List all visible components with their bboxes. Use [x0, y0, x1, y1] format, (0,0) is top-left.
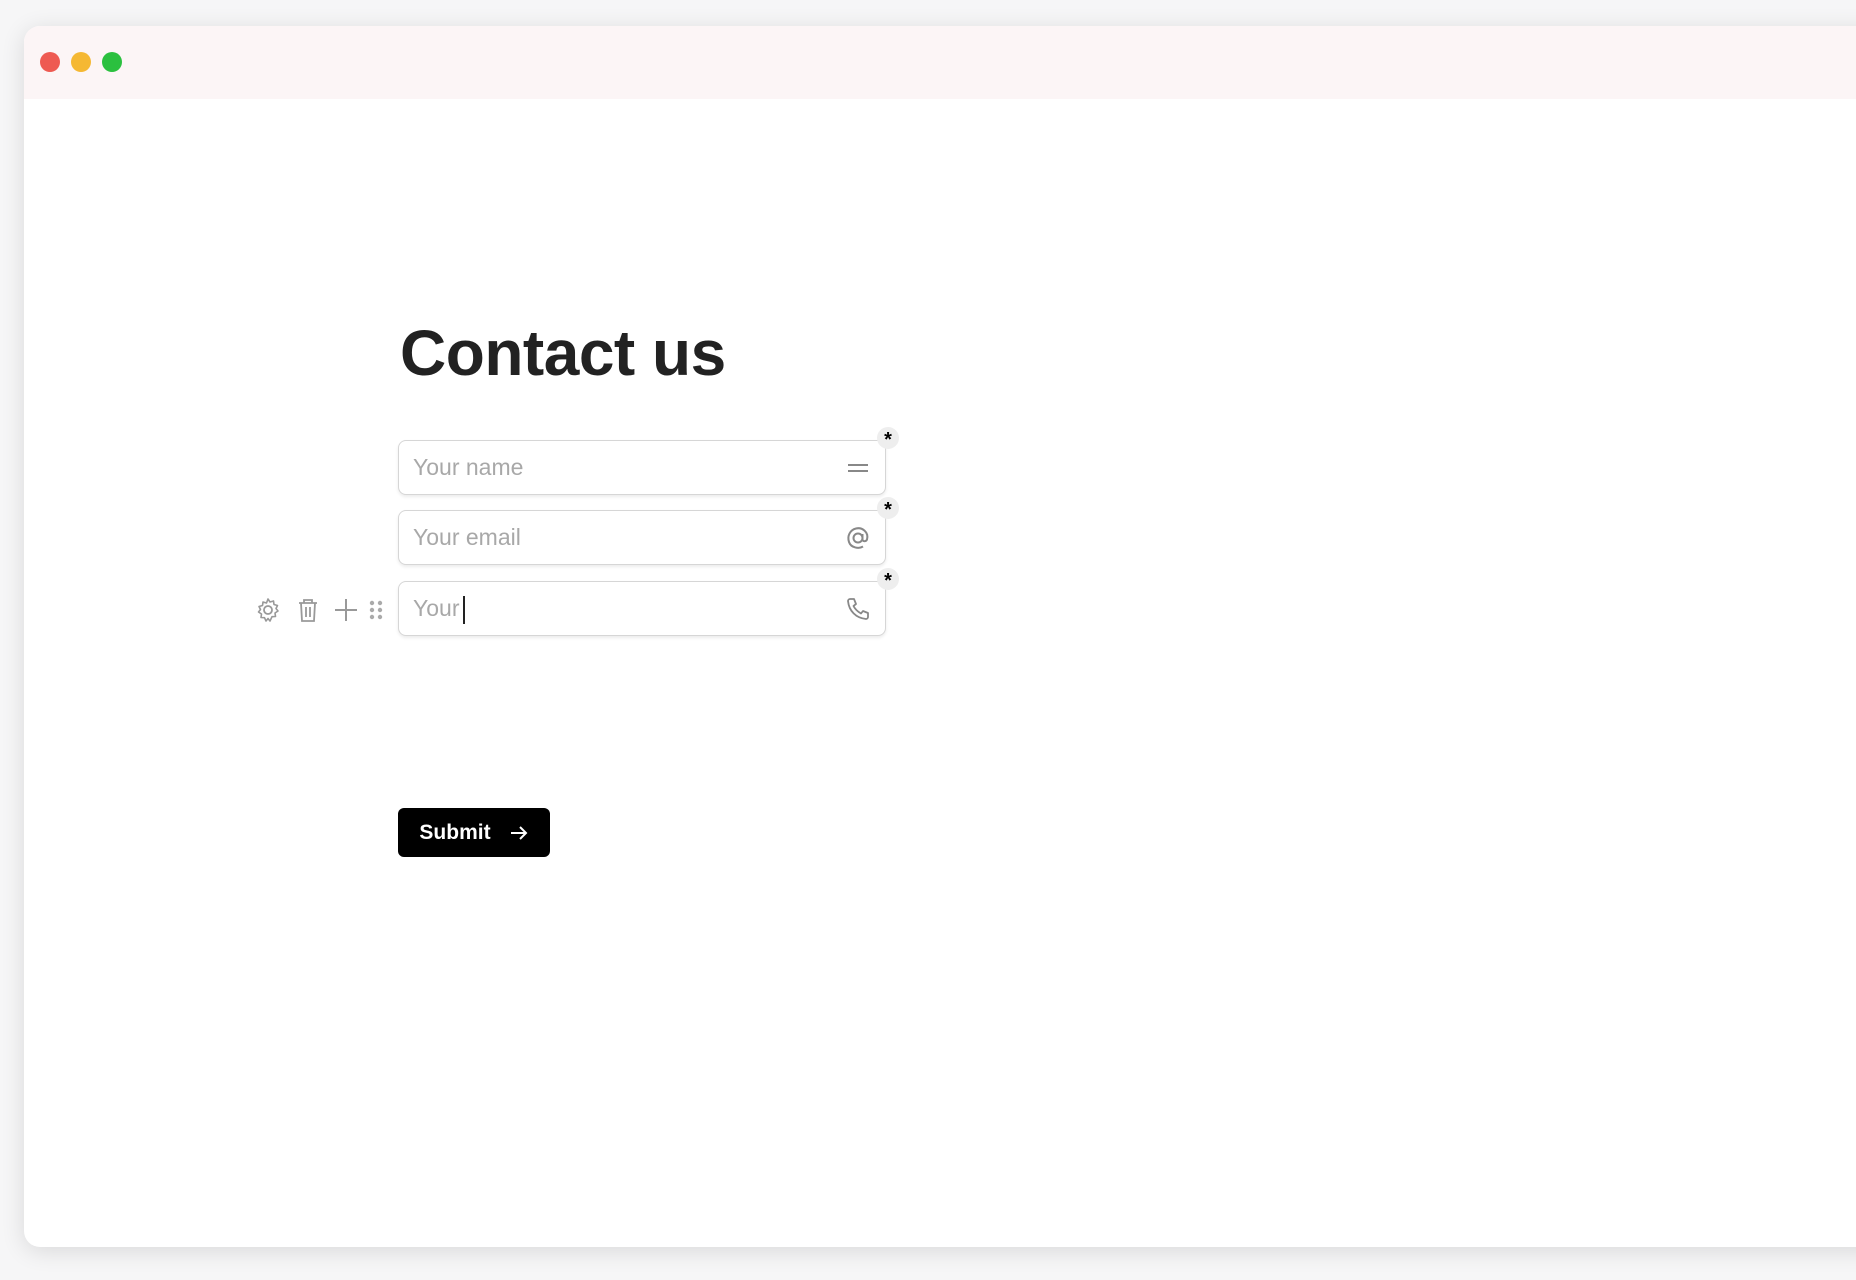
phone-icon: [847, 598, 869, 620]
page-title: Contact us: [400, 317, 726, 389]
at-icon: [847, 527, 869, 549]
app-window: Contact us * * Your * Submit: [24, 26, 1856, 1247]
required-marker: *: [877, 427, 899, 451]
text-lines-icon: [848, 464, 868, 472]
close-window-button[interactable]: [40, 52, 60, 72]
trash-icon[interactable]: [294, 596, 322, 624]
name-field[interactable]: *: [398, 427, 899, 495]
plus-icon[interactable]: [332, 596, 360, 624]
phone-input-text: Your: [413, 595, 460, 621]
email-input[interactable]: [413, 511, 813, 564]
arrow-right-icon: [510, 825, 527, 840]
maximize-window-button[interactable]: [102, 52, 122, 72]
drag-handle-icon[interactable]: [366, 596, 386, 624]
name-input[interactable]: [413, 441, 813, 494]
phone-field[interactable]: Your *: [398, 568, 899, 636]
submit-button[interactable]: Submit: [398, 808, 550, 857]
required-marker: *: [877, 568, 899, 592]
phone-input[interactable]: Your: [413, 582, 466, 634]
submit-label: Submit: [419, 820, 491, 844]
email-field[interactable]: *: [398, 497, 899, 565]
minimize-window-button[interactable]: [71, 52, 91, 72]
title-bar: [24, 26, 1856, 99]
required-marker: *: [877, 497, 899, 521]
gear-icon[interactable]: [254, 596, 282, 624]
text-cursor: [463, 595, 466, 624]
